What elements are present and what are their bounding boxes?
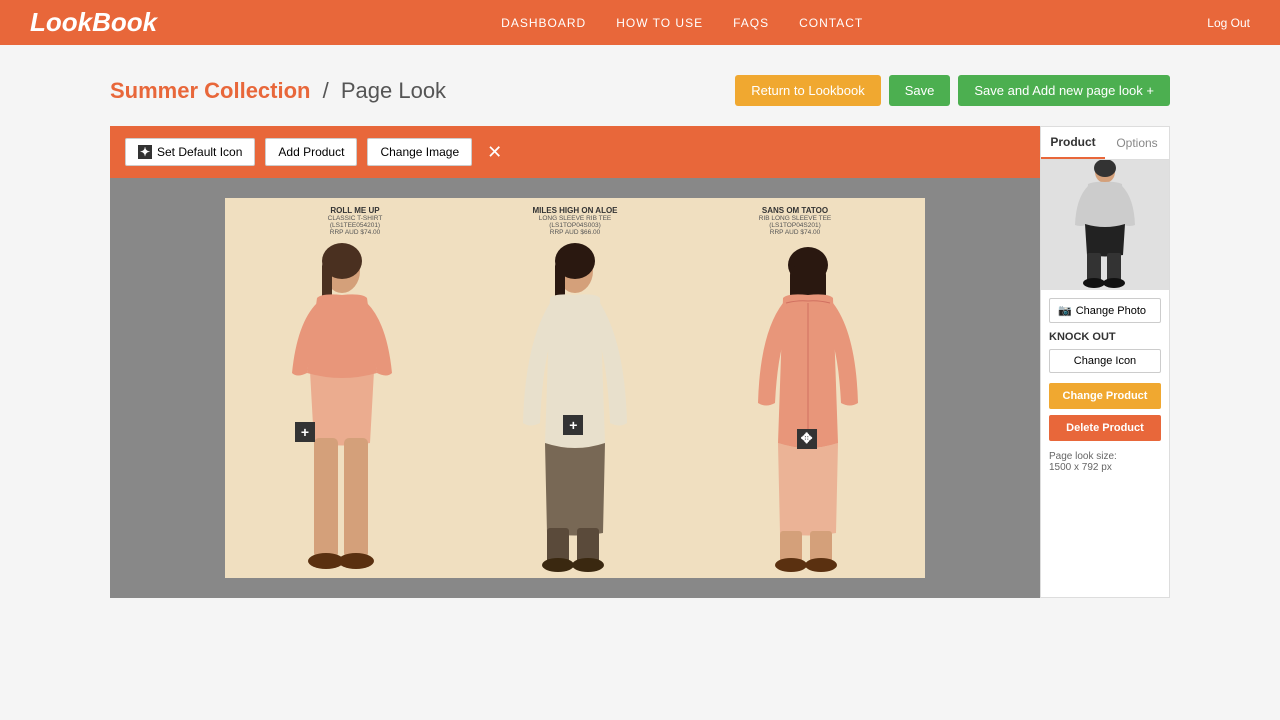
product-label-2: MILES HIGH ON ALOE LONG SLEEVE RIB TEE (…	[465, 206, 685, 236]
model-svg-3	[728, 243, 888, 573]
header-actions: Return to Lookbook Save Save and Add new…	[735, 75, 1170, 106]
change-photo-button[interactable]: 📷 Change Photo	[1049, 298, 1161, 323]
tab-product[interactable]: Product	[1041, 127, 1105, 159]
main-nav: DASHBOARD HOW TO USE FAQS CONTACT	[501, 16, 863, 30]
delete-product-button[interactable]: Delete Product	[1049, 415, 1161, 441]
editor-left: ✦ Set Default Icon Add Product Change Im…	[110, 126, 1040, 598]
change-image-button[interactable]: Change Image	[367, 138, 472, 166]
page-content: Summer Collection / Page Look Return to …	[90, 45, 1190, 628]
nav-faqs[interactable]: FAQS	[733, 16, 769, 30]
page-look-label: Page Look	[341, 78, 446, 103]
change-icon-button[interactable]: Change Icon	[1049, 349, 1161, 373]
nav-dashboard[interactable]: DASHBOARD	[501, 16, 586, 30]
model-section-3: ✥	[692, 238, 925, 578]
product-label-3: SANS OM TATOO RIB LONG SLEEVE TEE (LS1TO…	[685, 206, 905, 236]
nav-how-to-use[interactable]: HOW TO USE	[616, 16, 703, 30]
panel-tabs: Product Options	[1041, 127, 1169, 160]
editor-right-panel: Product Options	[1040, 126, 1170, 598]
models-row: +	[225, 198, 925, 578]
breadcrumb: Summer Collection / Page Look	[110, 78, 446, 104]
model-section-1: +	[225, 238, 458, 578]
canvas-area: ROLL ME UP CLASSIC T-SHIRT (LS1TEE054201…	[110, 178, 1040, 598]
page-header: Summer Collection / Page Look Return to …	[110, 75, 1170, 106]
editor-container: ✦ Set Default Icon Add Product Change Im…	[110, 126, 1170, 598]
camera-icon: 📷	[1058, 304, 1072, 317]
pin-icon-2[interactable]: +	[563, 415, 583, 435]
add-product-button[interactable]: Add Product	[265, 138, 357, 166]
plus-icon: ✦	[138, 145, 152, 159]
breadcrumb-separator: /	[323, 78, 329, 103]
app-header: LookBook DASHBOARD HOW TO USE FAQS CONTA…	[0, 0, 1280, 45]
tab-options[interactable]: Options	[1105, 127, 1169, 159]
product-thumbnail	[1041, 160, 1169, 290]
model-section-2: +	[458, 238, 691, 578]
nav-contact[interactable]: CONTACT	[799, 16, 863, 30]
knockout-label: KNOCK OUT	[1049, 331, 1161, 343]
page-size-info: Page look size: 1500 x 792 px	[1049, 451, 1161, 473]
editor-toolbar: ✦ Set Default Icon Add Product Change Im…	[110, 126, 1040, 178]
product-label-1: ROLL ME UP CLASSIC T-SHIRT (LS1TEE054201…	[245, 206, 465, 236]
model-svg-1	[262, 243, 422, 573]
save-add-button[interactable]: Save and Add new page look +	[958, 75, 1170, 106]
model-svg-2	[495, 243, 655, 573]
save-button[interactable]: Save	[889, 75, 951, 106]
logout-button[interactable]: Log Out	[1207, 16, 1250, 30]
collection-name[interactable]: Summer Collection	[110, 78, 310, 103]
return-button[interactable]: Return to Lookbook	[735, 75, 880, 106]
thumb-model-svg	[1050, 160, 1160, 290]
pin-icon-1[interactable]: +	[295, 422, 315, 442]
set-default-icon-button[interactable]: ✦ Set Default Icon	[125, 138, 255, 166]
app-logo: LookBook	[30, 7, 157, 38]
lookbook-image: ROLL ME UP CLASSIC T-SHIRT (LS1TEE054201…	[225, 198, 925, 578]
pin-icon-3[interactable]: ✥	[797, 429, 817, 449]
change-product-button[interactable]: Change Product	[1049, 383, 1161, 409]
close-icon[interactable]: ✕	[487, 142, 502, 163]
panel-body: 📷 Change Photo KNOCK OUT Change Icon Cha…	[1041, 290, 1169, 481]
